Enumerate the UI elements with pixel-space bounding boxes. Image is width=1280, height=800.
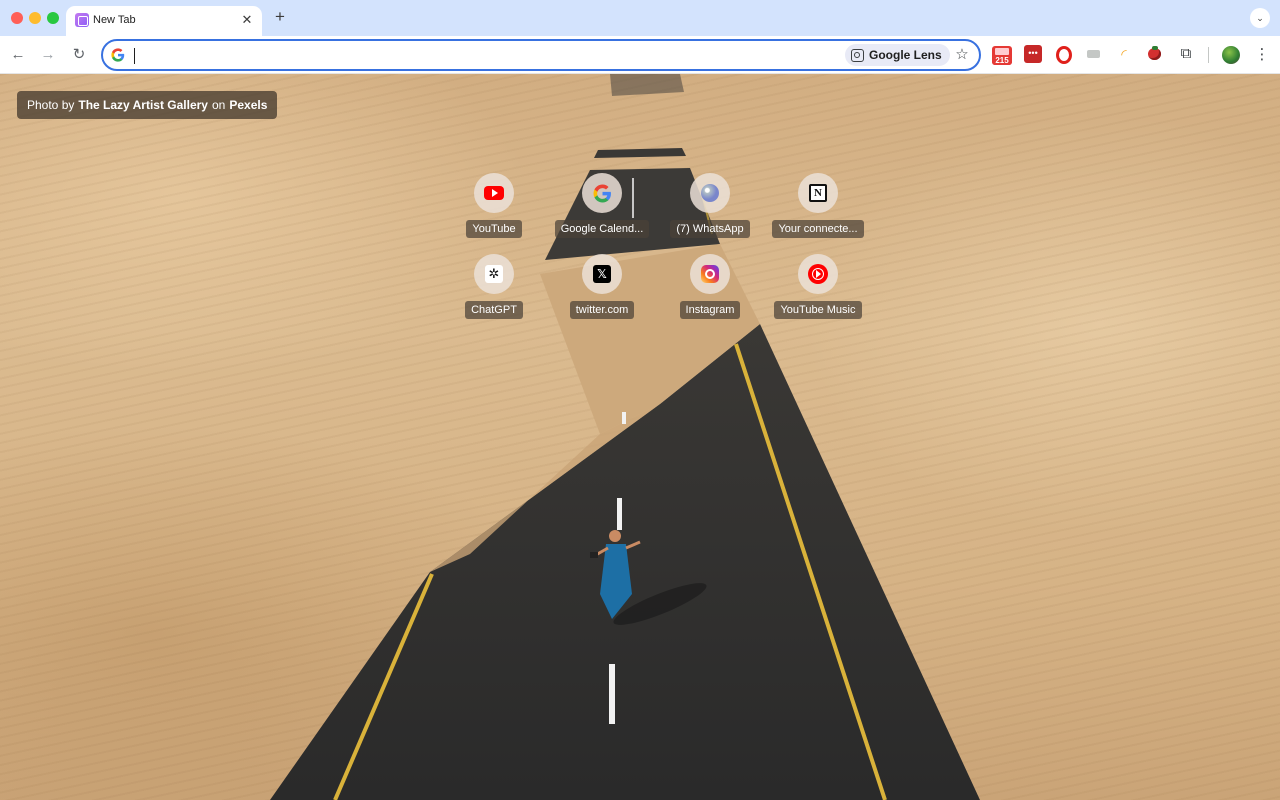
- credit-author-link[interactable]: The Lazy Artist Gallery: [78, 98, 208, 112]
- shortcut-label: twitter.com: [569, 301, 635, 319]
- opera-extension-icon[interactable]: [1054, 45, 1072, 64]
- shortcut-youtube[interactable]: YouTube: [440, 170, 548, 251]
- shortcut-label: YouTube: [466, 220, 522, 238]
- fullscreen-window-button[interactable]: [47, 12, 59, 24]
- shortcut-icon-container: [690, 254, 730, 294]
- shortcut-icon-container: [474, 173, 514, 213]
- rss-extension-icon[interactable]: ◜: [1115, 45, 1133, 63]
- calendar-badge: 215: [992, 56, 1012, 65]
- address-bar[interactable]: Google Lens ☆: [101, 39, 981, 71]
- shortcut-notion[interactable]: N Your connecte...: [764, 170, 872, 251]
- shortcut-chatgpt[interactable]: ✲ ChatGPT: [440, 251, 548, 332]
- credit-prefix: Photo by: [27, 98, 75, 112]
- toolbar-divider: [1208, 47, 1209, 63]
- back-button[interactable]: ←: [7, 44, 29, 66]
- google-icon: [593, 184, 611, 202]
- shortcut-label: ChatGPT: [465, 301, 523, 319]
- tab-title: New Tab: [93, 14, 136, 26]
- shortcut-icon-container: ✲: [474, 254, 514, 294]
- extensions-puzzle-icon[interactable]: ⧉: [1177, 45, 1195, 63]
- calendar-extension-button[interactable]: 215: [992, 46, 1012, 65]
- shortcut-icon-container: [582, 173, 622, 213]
- close-window-button[interactable]: [11, 12, 23, 24]
- shortcut-icon-container: [690, 173, 730, 213]
- bookmark-star-button[interactable]: ☆: [951, 44, 973, 66]
- tab-new-tab[interactable]: New Tab ✕: [66, 6, 262, 36]
- youtube-icon: [484, 186, 504, 200]
- forward-button[interactable]: →: [37, 44, 59, 66]
- shortcut-label: Your connecte...: [772, 220, 864, 238]
- shortcut-label: YouTube Music: [774, 301, 862, 319]
- credit-middle: on: [211, 98, 226, 112]
- new-tab-favicon-icon: [75, 13, 89, 27]
- text-caret: [134, 48, 135, 64]
- shortcut-instagram[interactable]: Instagram: [656, 251, 764, 332]
- password-manager-extension-icon[interactable]: [1024, 45, 1042, 63]
- photo-credit: Photo by The Lazy Artist Gallery on Pexe…: [17, 91, 278, 119]
- profile-avatar[interactable]: [1222, 46, 1240, 64]
- reload-button[interactable]: ↻: [68, 44, 90, 66]
- shortcut-icon-container: 𝕏: [582, 254, 622, 294]
- credit-site-link[interactable]: Pexels: [229, 98, 267, 112]
- tab-strip: New Tab ✕ + ⌄: [0, 0, 1280, 36]
- google-icon: [111, 48, 125, 62]
- minimize-window-button[interactable]: [29, 12, 41, 24]
- notion-icon: N: [809, 184, 827, 202]
- lens-icon: [851, 48, 864, 62]
- whatsapp-icon: [701, 184, 719, 202]
- chatgpt-icon: ✲: [485, 265, 503, 283]
- shortcut-label: Google Calend...: [554, 220, 650, 238]
- shortcut-youtube-music[interactable]: YouTube Music: [764, 251, 872, 332]
- instagram-icon: [701, 265, 719, 283]
- google-lens-label: Google Lens: [869, 48, 942, 62]
- x-icon: 𝕏: [593, 265, 611, 283]
- shortcut-whatsapp[interactable]: (7) WhatsApp: [656, 170, 764, 251]
- tomato-timer-extension-icon[interactable]: [1146, 45, 1164, 63]
- shortcut-icon-container: [798, 254, 838, 294]
- new-tab-button[interactable]: +: [270, 7, 290, 27]
- browser-toolbar: ← → ↻ Google Lens ☆ 215 ◜ ⧉ ⋮: [0, 36, 1280, 74]
- youtube-music-icon: [808, 264, 828, 284]
- google-lens-button[interactable]: Google Lens: [845, 44, 950, 66]
- shortcut-label: Instagram: [679, 301, 741, 319]
- shortcut-google-calendar[interactable]: Google Calend...: [548, 170, 656, 251]
- tab-search-button[interactable]: ⌄: [1250, 8, 1270, 28]
- browser-menu-button[interactable]: ⋮: [1252, 44, 1272, 66]
- gray-extension-icon[interactable]: [1085, 45, 1103, 63]
- omnibox-input[interactable]: [137, 45, 837, 67]
- shortcut-label: (7) WhatsApp: [670, 220, 750, 238]
- shortcut-twitter[interactable]: 𝕏 twitter.com: [548, 251, 656, 332]
- close-tab-icon[interactable]: ✕: [239, 12, 255, 28]
- shortcuts-grid: YouTube Google Calend... (7) WhatsApp N …: [440, 170, 864, 332]
- shortcut-icon-container: N: [798, 173, 838, 213]
